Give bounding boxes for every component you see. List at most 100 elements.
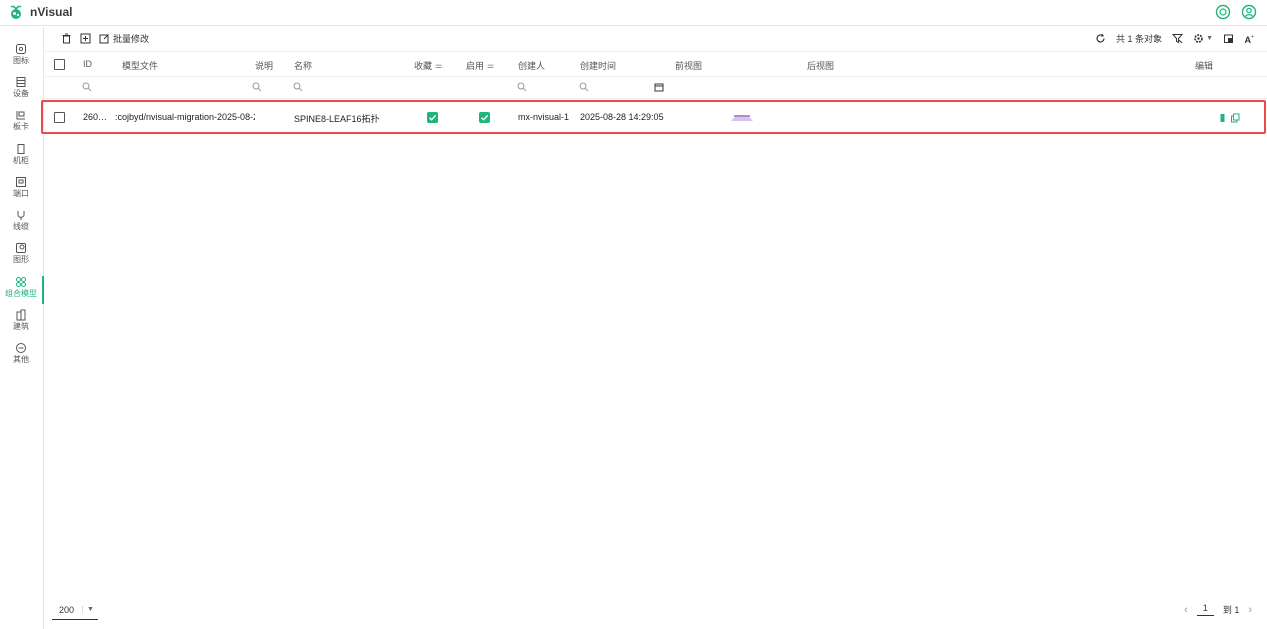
sidebar-item-label: 设备	[13, 89, 29, 98]
svg-text:+: +	[1251, 34, 1254, 40]
search-icon[interactable]	[82, 82, 92, 92]
col-front-view[interactable]: 前视图	[675, 59, 702, 72]
col-name[interactable]: 名称	[294, 59, 312, 72]
select-all-checkbox[interactable]	[54, 59, 65, 70]
next-page-icon[interactable]: ›	[1248, 604, 1252, 616]
sidebar-item-label: 板卡	[13, 122, 29, 131]
sidebar-item-cables[interactable]: 线缆	[0, 209, 42, 237]
shape-icon	[16, 243, 26, 253]
col-desc[interactable]: 说明	[255, 59, 273, 72]
page-size-select[interactable]: 200 ▼	[52, 600, 98, 620]
page-total-label: 到 1	[1222, 605, 1240, 615]
filter-icon[interactable]: ⚌	[487, 61, 494, 70]
filter-row	[45, 77, 1267, 99]
sidebar-item-devices[interactable]: 设备	[0, 76, 42, 104]
sidebar-item-icons[interactable]: 图标	[0, 43, 42, 71]
check-icon	[429, 114, 437, 121]
sidebar-item-label: 其他	[13, 355, 29, 364]
nvisual-logo-icon	[10, 5, 22, 19]
sidebar-item-shapes[interactable]: 图形	[0, 242, 42, 270]
col-favorite[interactable]: 收藏 ⚌	[414, 59, 442, 72]
add-button[interactable]	[80, 33, 91, 44]
col-model-file[interactable]: 模型文件	[122, 59, 158, 72]
search-icon[interactable]	[252, 82, 262, 92]
cabinet-icon	[17, 144, 25, 154]
sidebar-item-label: 机柜	[13, 156, 29, 165]
trash-icon	[62, 33, 71, 44]
search-icon[interactable]	[517, 82, 527, 92]
settings-icon	[1194, 34, 1203, 43]
device-icon	[16, 77, 26, 87]
sidebar-item-cabinets[interactable]: 机柜	[0, 143, 42, 171]
sidebar-item-label: 端口	[13, 189, 29, 198]
col-edit: 编辑	[1195, 61, 1214, 71]
batch-edit-label: 批量修改	[113, 34, 150, 44]
sidebar-item-combo-model[interactable]: 组合模型	[0, 276, 44, 304]
front-view-thumbnail[interactable]	[731, 115, 753, 121]
help-circle-icon[interactable]	[1215, 4, 1231, 20]
table-row[interactable]: 260… :cojbyd/nvisual-migration-2025-08-2…	[41, 100, 1266, 134]
col-id[interactable]: ID	[83, 59, 92, 69]
col-back-view[interactable]: 后视图	[807, 59, 834, 72]
sidebar-item-label: 组合模型	[5, 289, 37, 298]
col-creator[interactable]: 创建人	[518, 59, 545, 72]
user-avatar-icon[interactable]	[1241, 4, 1257, 20]
other-icon	[16, 343, 26, 353]
app-name: nVisual	[30, 5, 73, 19]
cell-creator: mx-nvisual-1	[518, 112, 570, 122]
cell-name: SPINE8-LEAF16拓扑	[294, 114, 380, 124]
toolbar: 批量修改 共 1 条对象 ▼ A +	[45, 27, 1267, 51]
sidebar: 图标 设备 板卡 机柜 端口 线缆 图形 组合模型 建筑 其他	[0, 27, 44, 629]
top-bar: nVisual	[0, 0, 1267, 26]
sidebar-item-label: 图形	[13, 255, 29, 264]
clear-filter-icon[interactable]	[1172, 33, 1184, 44]
row-checkbox[interactable]	[54, 112, 65, 123]
refresh-icon[interactable]	[1095, 33, 1106, 44]
sidebar-item-label: 建筑	[13, 322, 29, 331]
table-header: ID 模型文件 说明 名称 收藏 ⚌ 启用 ⚌ 创建人 创建时间 前视图 后视图…	[45, 51, 1267, 77]
chevron-down-icon: ▼	[1206, 35, 1213, 42]
card-icon	[16, 111, 25, 120]
calendar-icon[interactable]	[654, 82, 664, 92]
total-count: 共 1 条对象	[1116, 34, 1163, 44]
cell-model-file: :cojbyd/nvisual-migration-2025-08-2	[115, 112, 255, 122]
font-size-icon[interactable]: A +	[1244, 33, 1255, 44]
sidebar-item-cards[interactable]: 板卡	[0, 109, 42, 137]
cell-id: 260…	[83, 112, 108, 122]
sidebar-item-buildings[interactable]: 建筑	[0, 309, 42, 337]
sidebar-item-ports[interactable]: 端口	[0, 176, 42, 204]
enabled-checkbox[interactable]	[479, 112, 490, 123]
search-icon[interactable]	[579, 82, 589, 92]
plus-square-icon	[80, 33, 91, 44]
edit-icon	[99, 34, 109, 44]
check-icon	[481, 114, 489, 121]
filter-icon[interactable]: ⚌	[435, 61, 442, 70]
edit-icon[interactable]	[1218, 113, 1228, 123]
settings-dropdown[interactable]: ▼	[1193, 33, 1213, 44]
export-icon[interactable]	[1223, 33, 1234, 44]
combo-model-icon	[16, 277, 26, 287]
col-enabled[interactable]: 启用 ⚌	[466, 59, 494, 72]
sidebar-item-label: 线缆	[13, 222, 29, 231]
favorite-checkbox[interactable]	[427, 112, 438, 123]
batch-edit-button[interactable]: 批量修改	[99, 32, 149, 45]
sidebar-item-other[interactable]: 其他	[0, 342, 42, 370]
delete-button[interactable]	[61, 33, 72, 44]
current-page[interactable]: 1	[1196, 603, 1214, 616]
chevron-down-icon: ▼	[82, 606, 98, 613]
port-icon	[16, 177, 26, 187]
sidebar-item-label: 图标	[13, 56, 29, 65]
app-logo[interactable]: nVisual	[8, 4, 72, 20]
cell-created-time: 2025-08-28 14:29:05	[580, 112, 664, 122]
col-created-time[interactable]: 创建时间	[580, 59, 616, 72]
building-icon	[16, 309, 26, 321]
model-table: ID 模型文件 说明 名称 收藏 ⚌ 启用 ⚌ 创建人 创建时间 前视图 后视图…	[41, 51, 1267, 134]
col-enabled-label: 启用	[466, 61, 485, 71]
page-size-value: 200	[59, 604, 75, 615]
col-favorite-label: 收藏	[414, 61, 433, 71]
prev-page-icon[interactable]: ‹	[1184, 604, 1188, 616]
gallery-icon	[16, 44, 26, 54]
pagination: ‹ 1 到 1 ›	[1184, 603, 1252, 616]
copy-icon[interactable]	[1230, 113, 1240, 123]
search-icon[interactable]	[293, 82, 303, 92]
